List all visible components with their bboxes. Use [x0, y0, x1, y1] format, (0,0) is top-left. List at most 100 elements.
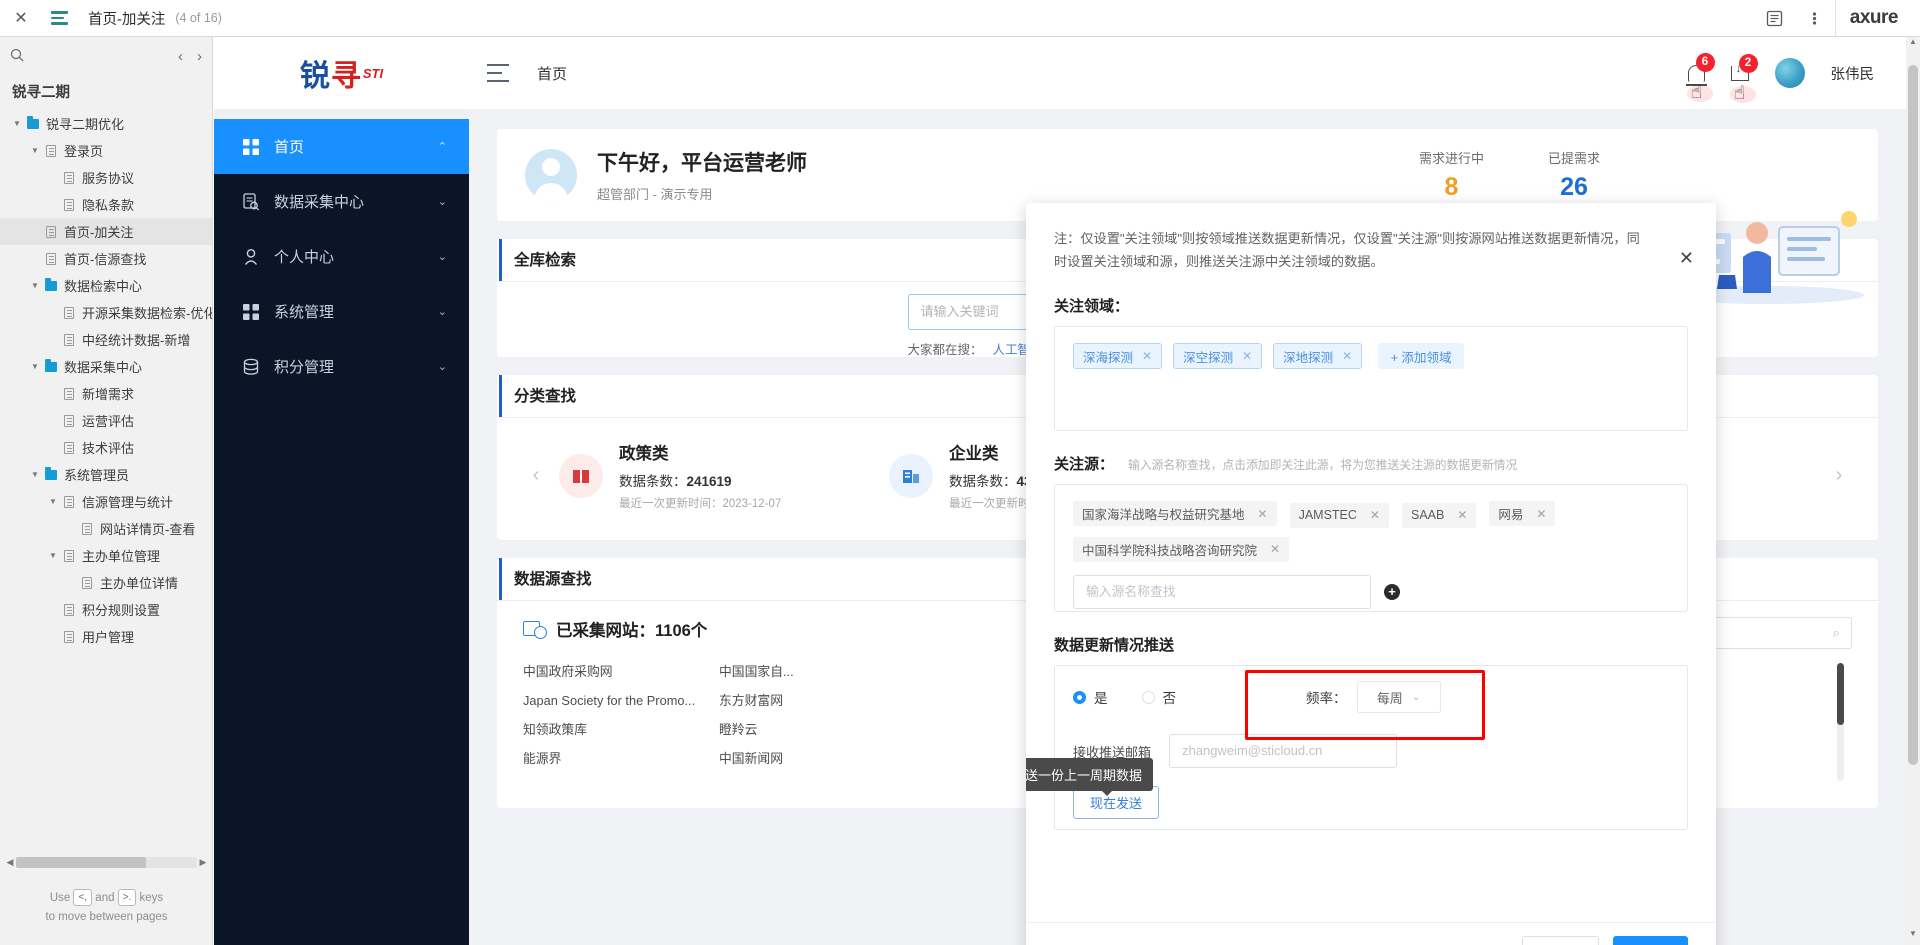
- sitemap-hscrollbar[interactable]: ◀ ▶: [0, 851, 213, 873]
- remove-tag-icon[interactable]: ✕: [1270, 542, 1280, 556]
- sitemap-item-12[interactable]: 技术评估: [0, 434, 212, 461]
- page-icon: [42, 144, 60, 157]
- remove-tag-icon[interactable]: ✕: [1370, 508, 1380, 522]
- source-tags-panel: 国家海洋战略与权益研究基地 ✕ JAMSTEC ✕ SAAB ✕ 网易 ✕ 中国科学院科技战略咨…: [1054, 484, 1688, 612]
- frequency-value: 每周: [1376, 690, 1403, 706]
- radio-no-label: 否: [1162, 691, 1177, 706]
- project-name: 锐寻二期: [12, 85, 70, 101]
- remove-tag-icon[interactable]: ✕: [1258, 507, 1268, 521]
- frequency-select[interactable]: 每周 ⌄: [1356, 681, 1441, 713]
- sitemap-item-6[interactable]: ▼ 数据检索中心: [0, 272, 212, 299]
- page-icon: [60, 495, 78, 508]
- next-page-icon[interactable]: ›: [197, 48, 202, 65]
- close-icon[interactable]: ✕: [1679, 248, 1694, 269]
- source-hint-text: 输入源名称查找，点击添加即关注此源，将为您推送关注源的数据更新情况: [1128, 458, 1518, 472]
- prev-page-icon[interactable]: ‹: [178, 48, 183, 65]
- radio-no[interactable]: 否: [1141, 687, 1177, 707]
- notes-icon[interactable]: [1755, 0, 1795, 36]
- hscroll-right-icon[interactable]: ▶: [197, 857, 209, 868]
- hscroll-thumb[interactable]: [16, 856, 147, 868]
- sitemap-item-label: 首页-加关注: [64, 225, 134, 240]
- sitemap-item-1[interactable]: ▼ 登录页: [0, 137, 212, 164]
- sitemap-item-label: 技术评估: [82, 441, 135, 456]
- sitemap-item-label: 锐寻二期优化: [46, 117, 125, 132]
- scroll-up-icon[interactable]: ▲: [1906, 37, 1920, 53]
- source-tag-4[interactable]: 中国科学院科技战略咨询研究院 ✕: [1073, 536, 1290, 562]
- sitemap-item-9[interactable]: ▼ 数据采集中心: [0, 353, 212, 380]
- tree-caret-icon[interactable]: ▼: [28, 146, 42, 155]
- sitemap-item-5[interactable]: 首页-信源查找: [0, 245, 212, 272]
- sitemap-item-3[interactable]: 隐私条款: [0, 191, 212, 218]
- remove-tag-icon[interactable]: ✕: [1142, 349, 1152, 363]
- add-source-icon[interactable]: +: [1384, 583, 1400, 600]
- sitemap-item-14[interactable]: ▼ 信源管理与统计: [0, 488, 212, 515]
- sitemap-item-11[interactable]: 运营评估: [0, 407, 212, 434]
- sitemap-item-10[interactable]: 新增需求: [0, 380, 212, 407]
- add-domain-button[interactable]: + 添加领域: [1377, 343, 1465, 369]
- hscroll-left-icon[interactable]: ◀: [4, 857, 16, 868]
- sitemap-item-label: 隐私条款: [82, 198, 135, 213]
- app-vertical-scrollbar[interactable]: ▲ ▼: [1906, 37, 1920, 945]
- sitemap-item-19[interactable]: 用户管理: [0, 623, 212, 650]
- remove-tag-icon[interactable]: ✕: [1242, 349, 1252, 363]
- remove-tag-icon[interactable]: ✕: [1536, 507, 1546, 521]
- scroll-down-icon[interactable]: ▼: [1906, 929, 1920, 945]
- source-tag-1[interactable]: JAMSTEC ✕: [1289, 502, 1389, 528]
- sitemap-item-4[interactable]: 首页-加关注: [0, 218, 212, 245]
- domain-tag-2[interactable]: 深地探测 ✕: [1273, 343, 1363, 369]
- source-tag-0[interactable]: 国家海洋战略与权益研究基地 ✕: [1073, 501, 1277, 526]
- sitemap-item-0[interactable]: ▼ 锐寻二期优化: [0, 110, 212, 137]
- domain-tag-label: 深海探测: [1083, 350, 1134, 365]
- sitemap-item-15[interactable]: 网站详情页-查看: [0, 515, 212, 542]
- page-icon: [60, 549, 78, 562]
- source-tag-label: JAMSTEC: [1298, 508, 1357, 522]
- tree-caret-icon[interactable]: ▼: [46, 497, 60, 506]
- sitemap-tree: ▼ 锐寻二期优化 ▼ 登录页 服务协议隐私条款首页-加关注 首页-信源查找 ▼ 数据检索中心开…: [0, 110, 212, 650]
- sitemap-item-label: 主办单位详情: [100, 576, 179, 591]
- radio-no-dot: [1141, 690, 1155, 704]
- sitemap-item-label: 首页-信源查找: [64, 252, 147, 267]
- source-tag-label: SAAB: [1410, 508, 1445, 522]
- sitemap-item-7[interactable]: 开源采集数据检索-优化: [0, 299, 212, 326]
- source-tag-3[interactable]: 网易 ✕: [1489, 501, 1556, 526]
- remove-tag-icon[interactable]: ✕: [1457, 508, 1467, 522]
- app-scroll-thumb[interactable]: [1908, 65, 1918, 765]
- sitemap-item-13[interactable]: ▼ 系统管理员: [0, 461, 212, 488]
- source-tag-2[interactable]: SAAB ✕: [1401, 502, 1477, 528]
- domain-tag-1[interactable]: 深空探测 ✕: [1173, 343, 1263, 369]
- sitemap-item-18[interactable]: 积分规则设置: [0, 596, 212, 623]
- page-icon: [60, 630, 78, 643]
- hint-keys: keys: [139, 892, 164, 904]
- remove-tag-icon[interactable]: ✕: [1342, 349, 1352, 363]
- sitemap-item-2[interactable]: 服务协议: [0, 164, 212, 191]
- modal-overlay: ✕ 注：仅设置"关注领域"则按领域推送数据更新情况，仅设置"关注源"则按源网站推…: [214, 37, 1906, 945]
- close-panel-icon[interactable]: ✕: [0, 8, 42, 28]
- folder-icon: [42, 467, 60, 480]
- axure-topbar: ✕ 首页-加关注 (4 of 16) axure: [0, 0, 1920, 37]
- domain-tag-label: 深空探测: [1183, 350, 1234, 365]
- hscroll-track[interactable]: [16, 856, 197, 868]
- chevron-down-icon: ⌄: [1411, 691, 1421, 703]
- sitemap-toggle-icon[interactable]: [42, 11, 76, 25]
- tree-caret-icon[interactable]: ▼: [28, 362, 42, 371]
- tree-caret-icon[interactable]: ▼: [28, 470, 42, 479]
- sitemap-item-17[interactable]: 主办单位详情: [0, 569, 212, 596]
- source-tag-list: 国家海洋战略与权益研究基地 ✕ JAMSTEC ✕ SAAB ✕ 网易 ✕ 中国科学院科技战略咨…: [1073, 501, 1669, 571]
- radio-yes[interactable]: 是: [1073, 687, 1108, 707]
- confirm-button[interactable]: 确 定: [1613, 936, 1688, 945]
- source-search-input[interactable]: 输入源名称查找: [1073, 574, 1371, 609]
- more-vertical-icon[interactable]: [1795, 0, 1835, 36]
- tree-caret-icon[interactable]: ▼: [10, 119, 24, 128]
- tree-caret-icon[interactable]: ▼: [46, 551, 60, 560]
- prototype-viewport: 锐寻 STI 首页 6 ☝ 2 ☝ 张伟民 首页⌃数据采集中心⌄个人中心⌄系统管…: [214, 37, 1906, 945]
- sitemap-item-16[interactable]: ▼ 主办单位管理: [0, 542, 212, 569]
- folder-icon: [42, 278, 60, 291]
- search-icon[interactable]: [10, 48, 24, 65]
- domain-tag-0[interactable]: 深海探测 ✕: [1073, 343, 1163, 369]
- folder-icon: [24, 116, 42, 129]
- tree-caret-icon[interactable]: ▼: [28, 281, 42, 290]
- email-input[interactable]: zhangweim@sticloud.cn: [1169, 734, 1398, 768]
- sitemap-item-8[interactable]: 中经统计数据-新增: [0, 326, 212, 353]
- hint-line-2: to move between pages: [45, 911, 168, 923]
- cancel-button[interactable]: 取 消: [1522, 936, 1600, 945]
